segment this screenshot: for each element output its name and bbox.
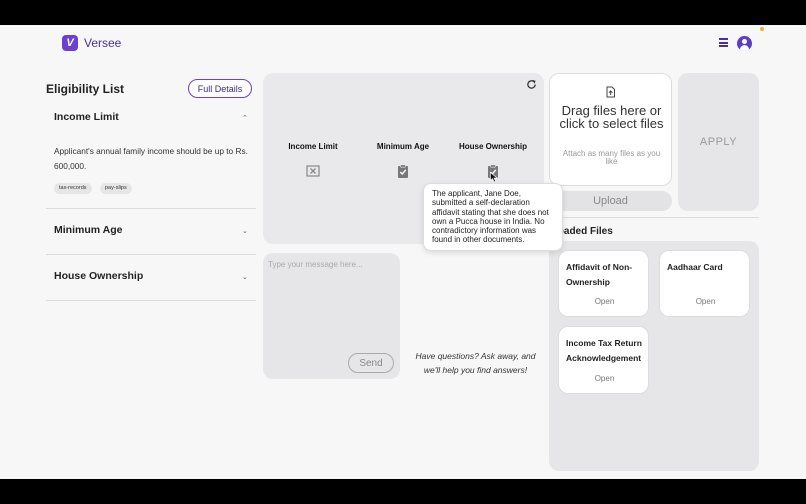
accordion-income-limit: Income Limit ⌃ Applicant's annual family… — [46, 97, 256, 209]
file-open-link[interactable]: Open — [660, 297, 751, 306]
file-card[interactable]: Aadhaar Card Open — [659, 250, 750, 317]
dropzone-hint: Attach as many files as you like — [562, 149, 661, 166]
accordion-house-ownership[interactable]: House Ownership ⌄ — [46, 255, 256, 301]
accordion-header-minimum-age[interactable]: Minimum Age — [54, 224, 122, 236]
chevron-down-icon[interactable]: ⌄ — [242, 227, 248, 235]
app-logo[interactable]: V Versee — [62, 35, 121, 51]
send-button[interactable]: Send — [348, 353, 394, 373]
file-card[interactable]: Affidavit of Non-Ownership Open — [558, 250, 649, 317]
apply-button[interactable]: APPLY — [678, 73, 759, 211]
income-limit-description: Applicant's annual family income should … — [54, 146, 248, 171]
message-input[interactable] — [268, 257, 394, 271]
chevron-up-icon[interactable]: ⌃ — [242, 114, 248, 122]
mouse-cursor-icon — [490, 172, 498, 183]
file-name: Income Tax Return Acknowledgement — [566, 338, 642, 363]
clipboard-check-icon — [398, 164, 408, 178]
uploaded-files-panel: Affidavit of Non-Ownership Open Aadhaar … — [549, 241, 759, 471]
uploaded-files-title: loaded Files — [555, 226, 613, 237]
column-minimum-age: Minimum Age — [376, 142, 430, 151]
chevron-down-icon[interactable]: ⌄ — [242, 273, 248, 281]
accordion-minimum-age[interactable]: Minimum Age ⌄ — [46, 209, 256, 255]
file-name: Affidavit of Non-Ownership — [566, 262, 633, 287]
accordion-header-income-limit[interactable]: Income Limit — [54, 111, 119, 123]
file-card[interactable]: Income Tax Return Acknowledgement Open — [558, 326, 649, 394]
column-income-limit: Income Limit — [288, 142, 338, 151]
dropzone-instruction: Drag files here or click to select files — [559, 103, 664, 131]
app-name: Versee — [84, 36, 122, 50]
tag-tax-records: tax-records — [54, 183, 92, 194]
app-window: V Versee Eligibility List Full Details I… — [0, 25, 806, 479]
file-open-link[interactable]: Open — [559, 374, 650, 383]
file-name: Aadhaar Card — [667, 262, 723, 272]
eligibility-list-title: Eligibility List — [46, 82, 125, 96]
file-dropzone[interactable]: Drag files here or click to select files… — [549, 73, 672, 186]
refresh-icon[interactable] — [526, 79, 537, 90]
tag-pay-slips: pay-slips — [100, 183, 132, 194]
upload-button[interactable]: Upload — [549, 191, 672, 211]
status-tooltip: The applicant, Jane Doe, submitted a sel… — [423, 183, 563, 251]
user-avatar-icon[interactable] — [737, 36, 752, 51]
x-box-icon — [306, 165, 320, 177]
file-upload-icon — [606, 86, 615, 98]
accordion-header-house-ownership[interactable]: House Ownership — [54, 270, 143, 282]
hamburger-menu-icon[interactable] — [719, 38, 728, 47]
notification-dot — [760, 27, 764, 31]
file-open-link[interactable]: Open — [559, 297, 650, 306]
logo-icon: V — [62, 35, 78, 51]
column-house-ownership: House Ownership — [458, 142, 527, 151]
full-details-button[interactable]: Full Details — [188, 79, 252, 98]
message-box: Send — [263, 253, 400, 379]
section-divider — [549, 217, 759, 218]
chat-help-text: Have questions? Ask away, and we'll help… — [415, 351, 536, 375]
